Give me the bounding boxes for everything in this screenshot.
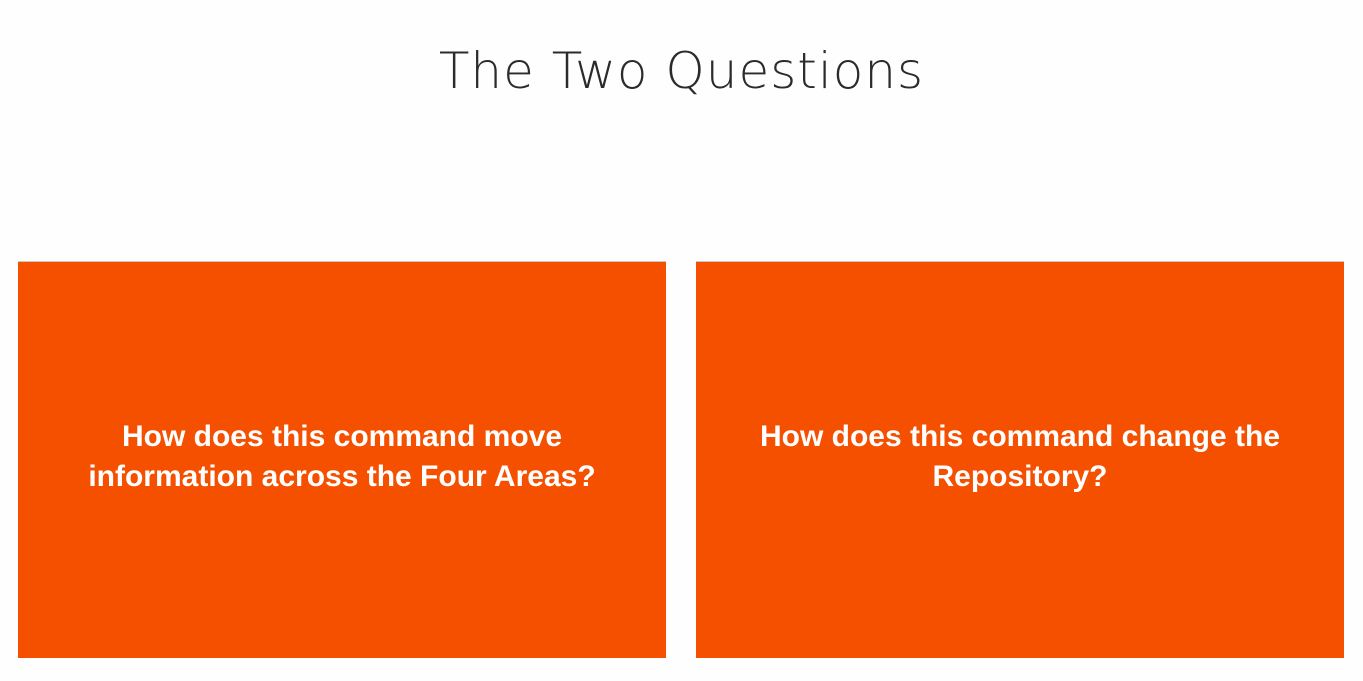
question-text: How does this command move information a…	[88, 420, 596, 493]
question-text: How does this command change the Reposit…	[759, 420, 1281, 493]
slide-title: The Two Questions	[438, 42, 925, 100]
question-card-four-areas: How does this command move information a…	[18, 261, 666, 658]
question-card-repository: How does this command change the Reposit…	[696, 261, 1344, 658]
